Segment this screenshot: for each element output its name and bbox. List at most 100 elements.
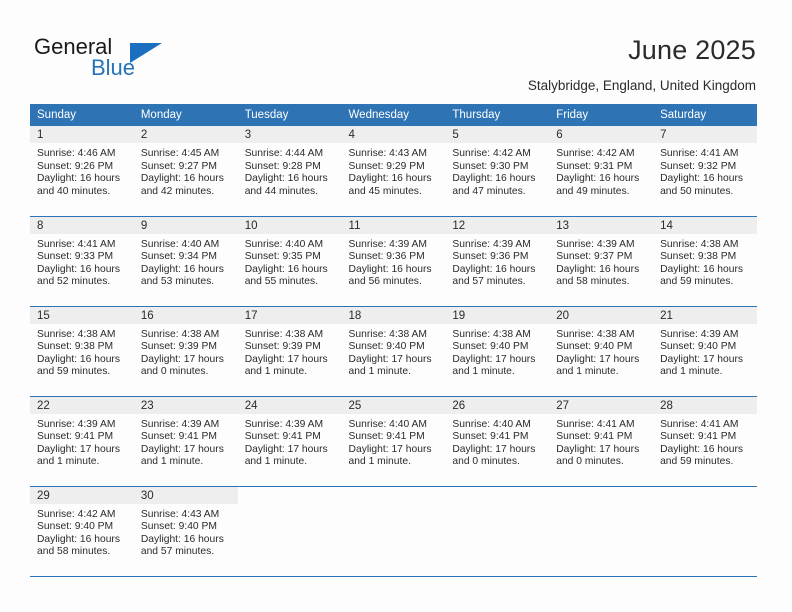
daylight-text-line1: Daylight: 16 hours [140,533,224,545]
calendar-day-cell[interactable]: 27 Sunrise: 4:41 AM Sunset: 9:41 PM Dayligh… [549,396,654,487]
sunset-text: Sunset: 9:37 PM [556,251,633,263]
calendar-day-cell[interactable]: 16 Sunrise: 4:38 AM Sunset: 9:39 PM Dayligh… [133,306,238,397]
calendar-day-cell[interactable]: 21 Sunrise: 4:39 AM Sunset: 9:40 PM Dayligh… [653,306,757,397]
sunset-text: Sunset: 9:40 PM [348,341,425,353]
sunset-text: Sunset: 9:40 PM [556,341,633,353]
sunrise-text: Sunrise: 4:39 AM [37,418,116,430]
calendar-day-cell[interactable]: 7 Sunrise: 4:41 AM Sunset: 9:32 PM Daylight… [653,126,757,217]
calendar-day-cell[interactable]: 10 Sunrise: 4:40 AM Sunset: 9:35 PM Dayligh… [237,216,342,307]
sunrise-text: Sunrise: 4:38 AM [660,238,739,250]
weekday-header-thursday: Thursday [445,104,550,126]
sunset-text: Sunset: 9:41 PM [244,431,321,443]
day-number: 30 [133,486,238,504]
day-details: Sunrise: 4:46 AM Sunset: 9:26 PM Daylight:… [30,143,134,198]
sunset-text: Sunset: 9:34 PM [140,251,217,263]
day-details: Sunrise: 4:38 AM Sunset: 9:40 PM Daylight:… [549,324,653,379]
daylight-text-line1: Daylight: 16 hours [140,263,224,275]
calendar-day-cell-empty [653,486,757,577]
sunset-text: Sunset: 9:38 PM [37,341,114,353]
day-details: Sunrise: 4:40 AM Sunset: 9:35 PM Daylight:… [238,234,342,289]
day-number: 19 [445,306,550,324]
calendar-day-cell[interactable]: 18 Sunrise: 4:38 AM Sunset: 9:40 PM Dayligh… [341,306,446,397]
sunrise-text: Sunrise: 4:43 AM [348,148,427,159]
calendar-day-cell-empty [237,486,342,577]
sunrise-text: Sunrise: 4:41 AM [556,418,635,430]
calendar-day-cell[interactable]: 12 Sunrise: 4:39 AM Sunset: 9:36 PM Dayligh… [445,216,550,307]
sunset-text: Sunset: 9:30 PM [452,160,529,172]
daylight-text-line1: Daylight: 16 hours [556,263,640,275]
day-details: Sunrise: 4:38 AM Sunset: 9:39 PM Daylight:… [238,324,342,379]
daylight-text-line2: and 1 minute. [556,366,619,378]
daylight-text-line1: Daylight: 16 hours [244,263,328,275]
daylight-text-line1: Daylight: 16 hours [348,263,432,275]
daylight-text-line1: Daylight: 17 hours [556,353,640,365]
sunrise-text: Sunrise: 4:38 AM [452,328,531,340]
daylight-text-line2: and 50 minutes. [660,185,734,197]
daylight-text-line2: and 59 minutes. [660,456,734,468]
sunset-text: Sunset: 9:41 PM [140,431,217,443]
calendar-day-cell[interactable]: 28 Sunrise: 4:41 AM Sunset: 9:41 PM Dayligh… [653,396,757,487]
calendar-day-cell[interactable]: 20 Sunrise: 4:38 AM Sunset: 9:40 PM Dayligh… [549,306,654,397]
page-header: General Blue June 2025 Stalybridge, Engl… [0,0,792,100]
daylight-text-line2: and 58 minutes. [556,276,630,288]
sunset-text: Sunset: 9:40 PM [660,341,737,353]
daylight-text-line1: Daylight: 17 hours [660,353,744,365]
sunrise-text: Sunrise: 4:40 AM [452,418,531,430]
calendar-day-cell[interactable]: 26 Sunrise: 4:40 AM Sunset: 9:41 PM Dayligh… [445,396,550,487]
day-number: 26 [445,396,550,414]
sunrise-text: Sunrise: 4:41 AM [37,238,116,250]
daylight-text-line1: Daylight: 16 hours [37,173,120,185]
calendar-day-cell[interactable]: 11 Sunrise: 4:39 AM Sunset: 9:36 PM Dayligh… [341,216,446,307]
sunrise-text: Sunrise: 4:44 AM [244,148,324,159]
sunrise-text: Sunrise: 4:39 AM [140,418,220,430]
sunrise-text: Sunrise: 4:46 AM [37,148,116,159]
sunset-text: Sunset: 9:28 PM [244,160,321,172]
calendar-day-cell[interactable]: 30 Sunrise: 4:43 AM Sunset: 9:40 PM Dayligh… [133,486,238,577]
daylight-text-line2: and 1 minute. [244,456,308,468]
day-number: 1 [30,126,134,143]
sunrise-text: Sunrise: 4:39 AM [348,238,427,250]
sunrise-text: Sunrise: 4:38 AM [244,328,324,340]
sunrise-text: Sunrise: 4:39 AM [244,418,324,430]
daylight-text-line1: Daylight: 17 hours [348,353,432,365]
calendar-grid: Sunday Monday Tuesday Wednesday Thursday… [30,104,757,577]
calendar-day-cell[interactable]: 24 Sunrise: 4:39 AM Sunset: 9:41 PM Dayligh… [237,396,342,487]
day-number: 11 [341,216,446,234]
calendar-day-cell[interactable]: 4 Sunrise: 4:43 AM Sunset: 9:29 PM Daylight… [341,126,446,217]
sunset-text: Sunset: 9:39 PM [244,341,321,353]
calendar-day-cell[interactable]: 6 Sunrise: 4:42 AM Sunset: 9:31 PM Daylight… [549,126,654,217]
daylight-text-line2: and 47 minutes. [452,185,526,197]
sunset-text: Sunset: 9:41 PM [452,431,529,443]
calendar-day-cell[interactable]: 5 Sunrise: 4:42 AM Sunset: 9:30 PM Daylight… [445,126,550,217]
calendar-day-cell[interactable]: 2 Sunrise: 4:45 AM Sunset: 9:27 PM Daylight… [133,126,238,217]
sunset-text: Sunset: 9:41 PM [660,431,737,443]
daylight-text-line2: and 1 minute. [37,456,100,468]
calendar-day-cell[interactable]: 19 Sunrise: 4:38 AM Sunset: 9:40 PM Dayligh… [445,306,550,397]
calendar-day-cell[interactable]: 13 Sunrise: 4:39 AM Sunset: 9:37 PM Dayligh… [549,216,654,307]
calendar-day-cell[interactable]: 25 Sunrise: 4:40 AM Sunset: 9:41 PM Dayligh… [341,396,446,487]
sunrise-text: Sunrise: 4:41 AM [660,418,739,430]
day-details: Sunrise: 4:38 AM Sunset: 9:38 PM Daylight:… [653,234,757,289]
calendar-day-cell[interactable]: 8 Sunrise: 4:41 AM Sunset: 9:33 PM Daylight… [30,216,134,307]
calendar-week-row: 1 Sunrise: 4:46 AM Sunset: 9:26 PM Daylight… [30,126,757,217]
daylight-text-line2: and 1 minute. [244,366,308,378]
daylight-text-line2: and 49 minutes. [556,185,630,197]
daylight-text-line1: Daylight: 16 hours [660,173,744,185]
calendar-day-cell[interactable]: 14 Sunrise: 4:38 AM Sunset: 9:38 PM Dayligh… [653,216,757,307]
daylight-text-line1: Daylight: 17 hours [140,443,224,455]
general-blue-logo[interactable]: General Blue [34,34,214,86]
daylight-text-line1: Daylight: 16 hours [660,263,744,275]
calendar-day-cell[interactable]: 22 Sunrise: 4:39 AM Sunset: 9:41 PM Dayligh… [30,396,134,487]
daylight-text-line2: and 0 minutes. [556,456,624,468]
calendar-day-cell[interactable]: 3 Sunrise: 4:44 AM Sunset: 9:28 PM Daylight… [237,126,342,217]
calendar-day-cell[interactable]: 23 Sunrise: 4:39 AM Sunset: 9:41 PM Dayligh… [133,396,238,487]
calendar-week-row: 8 Sunrise: 4:41 AM Sunset: 9:33 PM Daylight… [30,216,757,307]
calendar-day-cell[interactable]: 1 Sunrise: 4:46 AM Sunset: 9:26 PM Daylight… [30,126,134,217]
calendar-day-cell[interactable]: 29 Sunrise: 4:42 AM Sunset: 9:40 PM Dayligh… [30,486,134,577]
calendar-day-cell[interactable]: 15 Sunrise: 4:38 AM Sunset: 9:38 PM Dayligh… [30,306,134,397]
sunset-text: Sunset: 9:40 PM [140,521,217,533]
calendar-day-cell[interactable]: 9 Sunrise: 4:40 AM Sunset: 9:34 PM Daylight… [133,216,238,307]
day-number: 8 [30,216,134,234]
day-details: Sunrise: 4:43 AM Sunset: 9:29 PM Daylight:… [342,143,446,198]
calendar-day-cell[interactable]: 17 Sunrise: 4:38 AM Sunset: 9:39 PM Dayligh… [237,306,342,397]
